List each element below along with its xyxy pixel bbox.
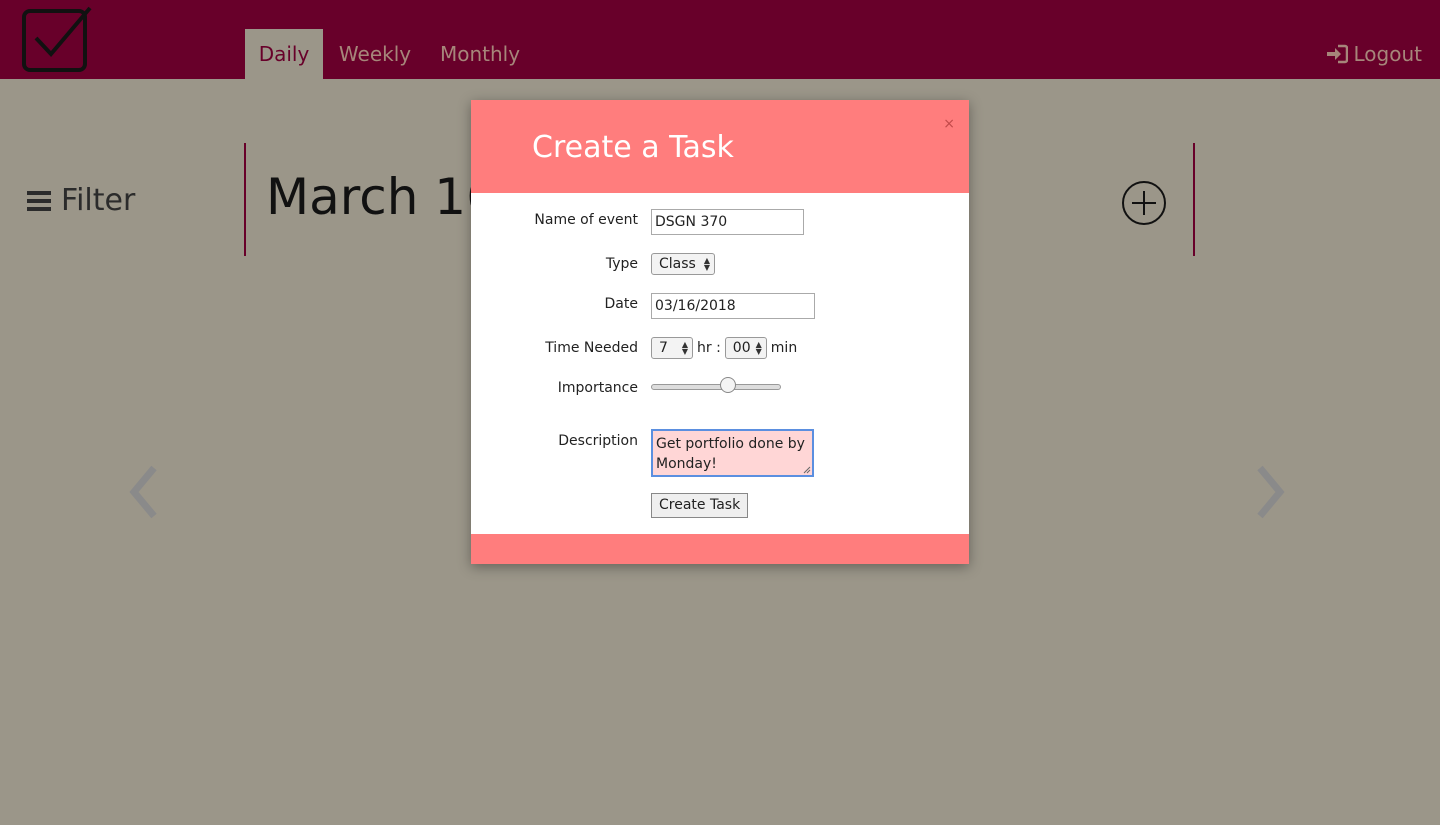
select-arrows-icon: ▲ ▼: [703, 256, 710, 272]
resize-grip-icon[interactable]: [803, 466, 811, 474]
logout-button[interactable]: Logout: [1326, 40, 1422, 68]
plus-circle-icon[interactable]: [1121, 180, 1167, 226]
minutes-value: 00: [732, 340, 751, 356]
stepper-arrows-icon: ▲ ▼: [681, 340, 688, 356]
slider-thumb[interactable]: [719, 377, 736, 393]
importance-label: Importance: [557, 380, 638, 396]
hours-stepper[interactable]: 7 ▲ ▼: [651, 337, 693, 359]
time-label: Time Needed: [545, 340, 638, 356]
hr-unit: hr :: [697, 340, 721, 356]
filter-button[interactable]: Filter: [27, 183, 135, 218]
modal-footer: [471, 534, 969, 564]
modal-title: Create a Task: [532, 130, 734, 165]
importance-slider[interactable]: [651, 377, 781, 393]
type-select[interactable]: Class ▲ ▼: [651, 253, 715, 275]
top-nav-bar: Daily Weekly Monthly Logout: [0, 0, 1440, 79]
hamburger-icon: [27, 190, 51, 211]
min-unit: min: [770, 340, 798, 356]
hours-value: 7: [659, 340, 668, 356]
logout-label: Logout: [1353, 42, 1422, 66]
tab-daily[interactable]: Daily: [245, 29, 323, 79]
tab-monthly[interactable]: Monthly: [436, 29, 524, 79]
name-input[interactable]: DSGN 370: [651, 209, 804, 235]
description-label: Description: [558, 433, 638, 449]
name-label: Name of event: [534, 212, 638, 228]
modal-header: Create a Task ×: [471, 100, 969, 193]
create-task-button[interactable]: Create Task: [651, 493, 749, 518]
date-input[interactable]: 03/16/2018: [651, 293, 815, 319]
chevron-right-icon[interactable]: [1250, 462, 1290, 522]
close-icon[interactable]: ×: [943, 116, 955, 132]
type-value: Class: [659, 256, 696, 272]
chevron-left-icon[interactable]: [124, 462, 164, 522]
tab-weekly[interactable]: Weekly: [335, 29, 415, 79]
type-label: Type: [605, 256, 638, 272]
minutes-stepper[interactable]: 00 ▲ ▼: [724, 337, 767, 359]
description-text: Get portfolio done by Monday!: [656, 436, 805, 472]
date-label: Date: [604, 296, 638, 312]
divider-left: [244, 143, 246, 256]
divider-right: [1193, 143, 1195, 256]
filter-label: Filter: [61, 183, 136, 218]
create-task-modal: Create a Task × Name of event DSGN 370 T…: [471, 100, 969, 564]
page-title: March 16: [266, 168, 498, 226]
description-textarea[interactable]: Get portfolio done by Monday!: [651, 429, 814, 477]
slider-track: [651, 384, 781, 390]
checkbox-logo-icon[interactable]: [18, 4, 96, 74]
sign-in-icon: [1326, 44, 1348, 64]
stepper-arrows-icon: ▲ ▼: [755, 340, 762, 356]
